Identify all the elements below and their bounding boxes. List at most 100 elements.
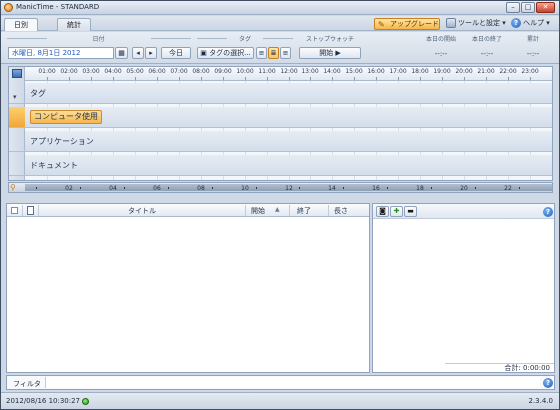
- timeline-options-icon[interactable]: [12, 69, 22, 78]
- upgrade-button[interactable]: ✎ アップグレード: [374, 18, 440, 30]
- zoom-tick: [343, 187, 344, 189]
- help-icon[interactable]: ?: [543, 207, 553, 217]
- activity-table[interactable]: タイトル 開始 ▲ 終了 長さ: [6, 203, 370, 373]
- column-divider: [289, 205, 290, 216]
- divider: [7, 38, 47, 39]
- tools-settings-menu[interactable]: ツールと設定 ▾: [446, 18, 506, 30]
- zoom-hour-label: 16: [372, 185, 380, 192]
- lane-handle[interactable]: [9, 155, 25, 176]
- select-all-checkbox[interactable]: [11, 207, 18, 214]
- zoom-tick: [256, 187, 257, 189]
- app-window: ManicTime - STANDARD – □ ✕ 日別 統計 ✎ アップグレ…: [0, 0, 560, 410]
- zoom-hour-label: 20: [460, 185, 468, 192]
- detail-view-icon[interactable]: ≣: [268, 47, 279, 59]
- filter-bar: フィルタ ?: [6, 375, 555, 390]
- hour-tick: [332, 77, 333, 80]
- maximize-button[interactable]: □: [521, 2, 535, 13]
- upgrade-label: アップグレード: [390, 20, 439, 28]
- today-start-value: --:--: [434, 50, 448, 58]
- hour-label: 17:00: [389, 68, 407, 75]
- prev-day-button[interactable]: ◂: [132, 47, 144, 59]
- compact-view-icon[interactable]: ≡: [280, 47, 291, 59]
- column-duration[interactable]: 長さ: [334, 206, 348, 216]
- date-picker[interactable]: 水曜日, 8月1日 2012: [8, 47, 114, 59]
- tab-daily[interactable]: 日別: [4, 18, 38, 31]
- today-button[interactable]: 今日: [161, 47, 191, 59]
- column-title[interactable]: タイトル: [128, 206, 156, 216]
- zoom-hour-label: 06: [153, 185, 161, 192]
- filter-help-icon[interactable]: ?: [543, 378, 553, 388]
- tracking-status-icon: [82, 398, 89, 405]
- app-logo-icon: [4, 3, 13, 12]
- help-label: ヘルプ ▾: [523, 19, 550, 27]
- timeline[interactable]: ▾ 01:00 02:00 03:00 04:00 05:00 06:00 07:00 08:…: [8, 66, 553, 181]
- hour-tick: [530, 77, 531, 80]
- tag-icon: ▣: [200, 49, 210, 57]
- zoom-tick: [475, 187, 476, 189]
- remove-icon[interactable]: ▬: [404, 206, 417, 217]
- zoom-hour-label: 04: [109, 185, 117, 192]
- hour-tick: [420, 77, 421, 80]
- hour-label: 21:00: [477, 68, 495, 75]
- next-day-button[interactable]: ▸: [145, 47, 157, 59]
- hour-label: 14:00: [323, 68, 341, 75]
- zoom-icon[interactable]: ⚲: [10, 183, 20, 192]
- hour-tick: [398, 77, 399, 80]
- hour-tick: [91, 77, 92, 80]
- column-start[interactable]: 開始: [251, 206, 265, 216]
- lane-handle[interactable]: [9, 83, 25, 104]
- column-divider: [38, 205, 39, 216]
- zoom-tick: [36, 187, 37, 189]
- timeline-lane[interactable]: アプリケーション: [25, 131, 552, 152]
- summary-toolbar: ◙ ✚ ▬: [373, 204, 554, 219]
- hour-label: 19:00: [433, 68, 451, 75]
- tag-select-button[interactable]: ▣ タグの選択...: [197, 47, 254, 59]
- hour-label: 08:00: [192, 68, 210, 75]
- close-button[interactable]: ✕: [536, 2, 555, 13]
- hour-label: 06:00: [148, 68, 166, 75]
- hour-label: 18:00: [411, 68, 429, 75]
- add-icon[interactable]: ✚: [390, 206, 403, 217]
- status-bar: 2012/08/16 10:30:27 2.3.4.0: [1, 392, 559, 409]
- hour-label: 12:00: [280, 68, 298, 75]
- start-label: 開始: [319, 49, 334, 57]
- zoom-bar[interactable]: ⚲ 02 04 06 08 10 12 14 16 18 20 22: [8, 182, 553, 193]
- hour-tick: [267, 77, 268, 80]
- hour-label: 01:00: [38, 68, 56, 75]
- filter-input[interactable]: [45, 377, 540, 388]
- hour-label: 03:00: [82, 68, 100, 75]
- hour-tick: [113, 77, 114, 80]
- lane-label: アプリケーション: [30, 137, 94, 146]
- zoom-hour-label: 10: [241, 185, 249, 192]
- hour-label: 05:00: [126, 68, 144, 75]
- hour-tick: [157, 77, 158, 80]
- help-menu[interactable]: ? ヘルプ ▾: [511, 18, 550, 30]
- zoom-tick: [212, 187, 213, 189]
- hour-tick: [201, 77, 202, 80]
- calendar-icon[interactable]: ▦: [115, 47, 128, 59]
- column-end[interactable]: 終了: [297, 206, 311, 216]
- column-divider: [245, 205, 246, 216]
- total-label: 累計: [526, 36, 539, 43]
- hour-label: 23:00: [521, 68, 539, 75]
- zoom-track[interactable]: 02 04 06 08 10 12 14 16 18 20 22: [25, 184, 552, 192]
- hour-tick: [47, 77, 48, 80]
- hour-tick: [245, 77, 246, 80]
- lane-handle[interactable]: [9, 131, 25, 152]
- play-icon: ▶: [335, 49, 341, 57]
- timeline-lane[interactable]: タグ: [25, 83, 552, 104]
- hour-tick: [289, 77, 290, 80]
- timeline-lane[interactable]: コンピュータ使用: [25, 107, 552, 128]
- tab-statistics[interactable]: 統計: [57, 18, 91, 31]
- camera-icon[interactable]: ◙: [376, 206, 389, 217]
- lane-label: ドキュメント: [30, 161, 78, 170]
- list-view-icon[interactable]: ≡: [256, 47, 267, 59]
- minimize-button[interactable]: –: [506, 2, 520, 13]
- zoom-hour-label: 14: [328, 185, 336, 192]
- zoom-tick: [124, 187, 125, 189]
- hour-label: 11:00: [258, 68, 276, 75]
- timeline-lane[interactable]: ドキュメント: [25, 155, 552, 176]
- lane-handle[interactable]: [9, 107, 25, 128]
- stopwatch-start-button[interactable]: 開始 ▶: [299, 47, 361, 59]
- hour-label: 07:00: [170, 68, 188, 75]
